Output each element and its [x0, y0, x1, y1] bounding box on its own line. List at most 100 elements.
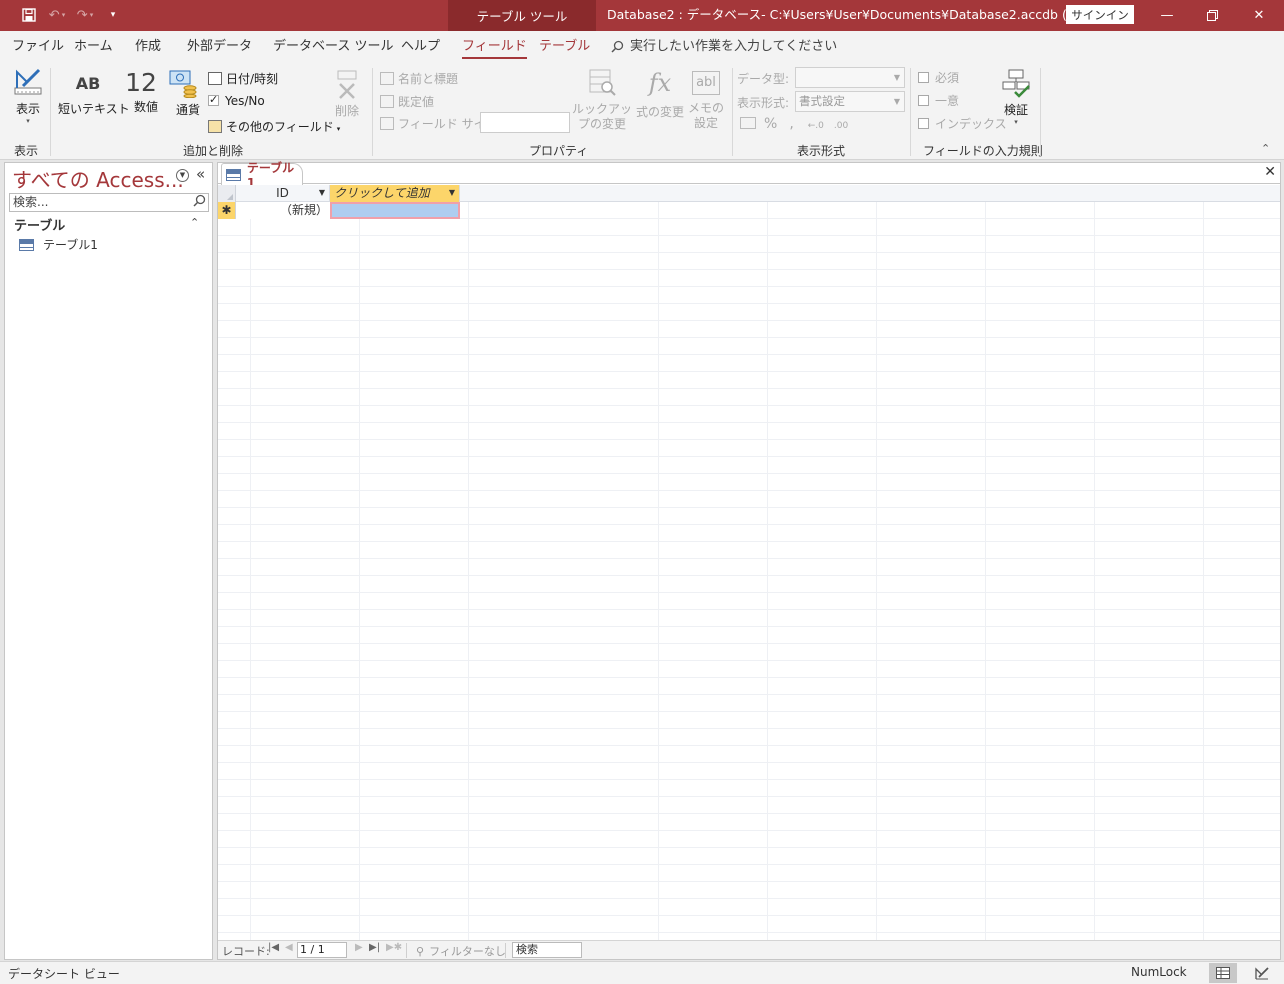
datasheet-view-icon[interactable] [1209, 963, 1237, 983]
new-record-marker[interactable]: ✱ [218, 202, 236, 219]
default-value-button[interactable]: 既定値 [380, 93, 434, 110]
nav-search-input[interactable]: 検索... [9, 193, 209, 212]
restore-icon[interactable] [1190, 0, 1234, 31]
comma-button[interactable]: , [789, 116, 793, 132]
tab-database-tools[interactable]: データベース ツール [273, 31, 393, 62]
new-record-row[interactable]: ✱ （新規） [218, 202, 1280, 219]
minimize-icon[interactable]: — [1145, 0, 1189, 31]
nav-menu-dropdown-icon[interactable]: ▼ [176, 169, 189, 182]
save-icon[interactable] [18, 4, 40, 26]
first-record-icon[interactable]: |◀ [268, 942, 279, 953]
new-record-icon[interactable]: ▶✱ [386, 942, 402, 953]
more-fields-icon [208, 120, 222, 133]
filter-status[interactable]: ⚲ フィルターなし [416, 943, 506, 959]
lookup-change-button[interactable]: ルックアップの変更 [570, 68, 634, 132]
tab-create[interactable]: 作成 [135, 31, 161, 62]
cell-id[interactable]: （新規） [236, 202, 330, 219]
validation-label: 検証 [1003, 103, 1028, 117]
yesno-label: Yes/No [225, 94, 265, 108]
memo-settings-button[interactable]: abl メモの設定 [688, 68, 724, 131]
decrease-decimals-icon[interactable]: .00 [834, 121, 848, 131]
previous-record-icon[interactable]: ◀ [285, 942, 293, 953]
validation-icon [1002, 69, 1030, 98]
number-icon: 12 [125, 68, 157, 97]
tab-help[interactable]: ヘルプ [401, 31, 440, 62]
search-icon[interactable] [193, 194, 206, 212]
tab-fields[interactable]: フィールド [462, 31, 527, 62]
view-button[interactable]: 表示 ▾ [11, 68, 45, 125]
unique-checkbox[interactable]: 一意 [918, 92, 959, 109]
column-dropdown-icon[interactable]: ▼ [319, 185, 325, 201]
column-header-label: クリックして追加 [334, 186, 430, 200]
window-title: Database2 : データベース- C:¥Users¥User¥Docume… [607, 7, 1094, 22]
close-document-icon[interactable]: ✕ [1264, 164, 1276, 180]
design-view-icon[interactable] [1248, 963, 1276, 983]
tell-me-box[interactable]: 実行したい作業を入力してください [611, 31, 837, 62]
name-caption-icon [380, 72, 394, 85]
undo-icon[interactable]: ↶ ▾ [46, 4, 68, 26]
format-buttons: %, ←.0 .00 [740, 116, 848, 132]
tab-external-data[interactable]: 外部データ [187, 31, 252, 62]
current-record-input[interactable]: 1 / 1 [297, 942, 347, 958]
format-combo[interactable]: 書式設定 ▼ [795, 91, 905, 112]
datasheet-grid[interactable]: ID ▼ クリックして追加 ▼ ✱ （新規） [218, 185, 1280, 940]
memo-icon: abl [692, 71, 720, 95]
format-label: 表示形式: [737, 96, 790, 110]
cell-click-to-add[interactable] [330, 202, 460, 219]
number-button[interactable]: 12 数値 [124, 68, 158, 114]
delete-label: 削除 [334, 104, 359, 118]
required-checkbox[interactable]: 必須 [918, 69, 959, 86]
document-tabs: テーブル1 ✕ [218, 161, 1280, 190]
increase-decimals-icon[interactable]: ←.0 [808, 121, 824, 131]
delete-field-button[interactable]: 削除 [333, 70, 361, 119]
collapse-group-icon[interactable]: ⌃ [190, 216, 199, 229]
other-fields-button[interactable]: その他のフィールド ▾ [208, 118, 340, 135]
required-label: 必須 [935, 71, 960, 85]
filter-label: フィルターなし [429, 945, 506, 958]
nav-item-table1[interactable]: テーブル1 [19, 236, 98, 253]
name-caption-button[interactable]: 名前と標題 [380, 70, 458, 87]
nav-group-tables[interactable]: テーブル [14, 215, 65, 234]
short-text-button[interactable]: AB 短いテキスト [58, 72, 130, 117]
group-validation-label: フィールドの入力規則 [923, 144, 1043, 158]
view-name: データシート ビュー [8, 967, 120, 981]
unique-label: 一意 [935, 94, 960, 108]
field-size-input[interactable] [480, 112, 570, 133]
last-record-icon[interactable]: ▶| [369, 942, 380, 953]
validation-button[interactable]: 検証 ▾ [999, 68, 1033, 126]
tab-home[interactable]: ホーム [74, 31, 113, 62]
percent-button[interactable]: % [764, 116, 777, 132]
customize-icon[interactable]: ▾ [102, 4, 124, 26]
currency-format-icon[interactable] [740, 117, 756, 129]
currency-label: 通貨 [176, 103, 201, 117]
redo-icon[interactable]: ↷ ▾ [74, 4, 96, 26]
group-add-delete-label: 追加と削除 [183, 144, 244, 158]
record-search-input[interactable]: 検索 [512, 942, 582, 958]
yesno-button[interactable]: Yes/No [208, 93, 265, 108]
currency-button[interactable]: 通貨 [166, 68, 200, 117]
data-type-combo[interactable]: ▼ [795, 67, 905, 88]
search-icon [611, 40, 624, 53]
default-value-label: 既定値 [398, 95, 435, 109]
tab-file[interactable]: ファイル [12, 31, 64, 62]
collapse-ribbon-icon[interactable]: ⌃ [1261, 142, 1270, 155]
select-all-corner[interactable] [218, 185, 236, 202]
short-text-icon: AB [75, 74, 101, 93]
next-record-icon[interactable]: ▶ [355, 942, 363, 953]
nav-pane-title[interactable]: すべての Access... [12, 164, 184, 193]
tab-table[interactable]: テーブル [539, 31, 590, 62]
signin-button[interactable]: サインイン [1066, 5, 1134, 24]
datetime-button[interactable]: 日付/時刻 [208, 70, 278, 87]
view-label: 表示 [15, 102, 40, 116]
expression-change-button[interactable]: fx 式の変更 [636, 68, 684, 120]
column-header-id[interactable]: ID ▼ [236, 185, 330, 202]
tab-table1[interactable]: テーブル1 [221, 161, 303, 190]
close-window-icon[interactable]: ✕ [1237, 0, 1281, 31]
shutter-bar-close-icon[interactable]: « [196, 165, 205, 183]
ribbon-tabs: ファイル ホーム 作成 外部データ データベース ツール ヘルプ フィールド テ… [0, 31, 1284, 62]
table-icon [19, 238, 34, 251]
format-combo-value: 書式設定 [799, 94, 845, 108]
column-header-click-to-add[interactable]: クリックして追加 ▼ [330, 185, 460, 202]
indexed-checkbox[interactable]: インデックス [918, 115, 1007, 132]
column-dropdown-icon[interactable]: ▼ [449, 185, 455, 201]
